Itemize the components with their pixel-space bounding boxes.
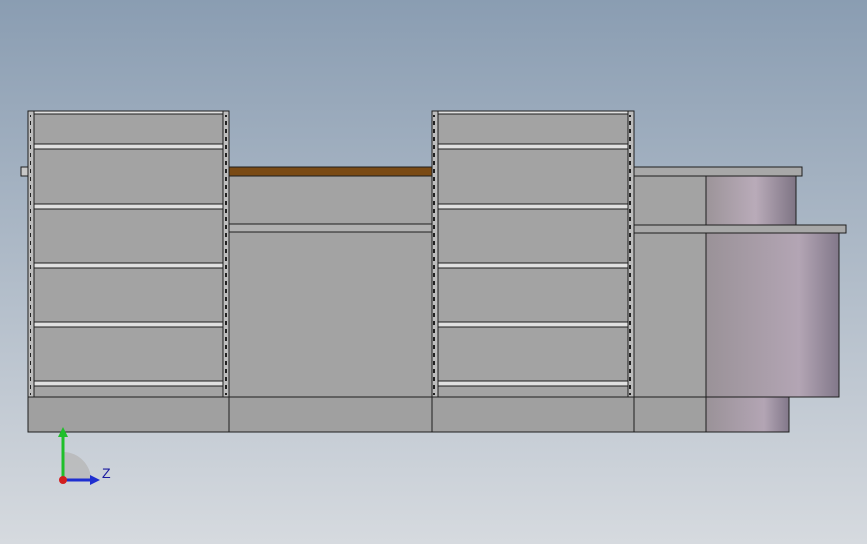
x-axis-icon [59, 476, 67, 484]
middle-counter[interactable] [228, 166, 433, 398]
left-shelf-unit[interactable] [20, 110, 230, 398]
z-axis-label: Z [102, 465, 111, 481]
base-plinth[interactable] [27, 396, 790, 433]
cad-viewport[interactable] [0, 0, 867, 544]
right-shelf-unit[interactable] [431, 110, 635, 398]
